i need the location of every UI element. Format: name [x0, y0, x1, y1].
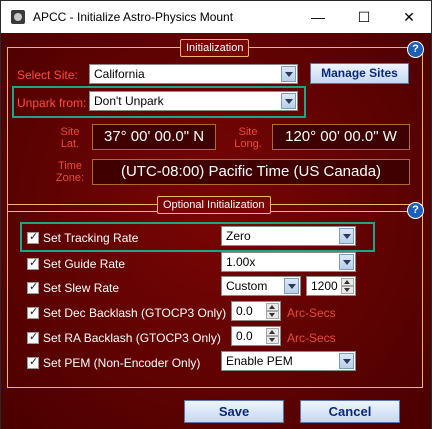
select-site-value: California — [94, 67, 145, 81]
guide-rate-dropdown[interactable]: 1.00x — [221, 252, 356, 272]
dec-backlash-spinner[interactable]: 0.0 — [231, 301, 281, 321]
site-lat-value: 37° 00' 00.0" N — [92, 124, 216, 150]
chevron-down-icon[interactable] — [339, 353, 354, 369]
tracking-rate-dropdown[interactable]: Zero — [221, 226, 356, 246]
select-site-dropdown[interactable]: California — [89, 64, 298, 84]
window-title: APCC - Initialize Astro-Physics Mount — [33, 10, 234, 24]
slew-rate-custom-value: 1200 — [311, 279, 338, 293]
maximize-button[interactable]: ☐ — [341, 1, 387, 33]
spin-up-icon[interactable] — [341, 278, 354, 286]
slew-rate-value: Custom — [226, 279, 268, 293]
manage-sites-button[interactable]: Manage Sites — [310, 63, 409, 84]
site-long-label-line1: Site — [238, 126, 258, 138]
chevron-down-icon[interactable] — [339, 228, 354, 244]
spin-down-icon[interactable] — [341, 286, 354, 294]
save-button[interactable]: Save — [184, 400, 284, 423]
title-bar: APCC - Initialize Astro-Physics Mount — … — [1, 1, 431, 33]
site-lat-label-line1: Site — [60, 126, 80, 138]
spin-down-icon[interactable] — [266, 336, 279, 344]
close-button[interactable]: ✕ — [386, 1, 432, 33]
select-site-label: Select Site: — [17, 68, 78, 82]
chevron-down-icon[interactable] — [284, 278, 299, 294]
dec-backlash-checkbox[interactable] — [27, 305, 39, 319]
pem-dropdown[interactable]: Enable PEM — [221, 351, 356, 371]
pem-value: Enable PEM — [226, 354, 293, 368]
site-long-value: 120° 00' 00.0" W — [272, 124, 410, 150]
tracking-rate-value: Zero — [226, 229, 251, 243]
time-zone-label: Time Zone: — [53, 160, 87, 184]
spin-up-icon[interactable] — [266, 303, 279, 311]
slew-rate-checkbox[interactable] — [27, 280, 39, 294]
pem-label: Set PEM (Non-Encoder Only) — [43, 356, 201, 370]
guide-rate-label: Set Guide Rate — [43, 257, 126, 271]
site-long-label-line2: Long. — [234, 138, 262, 150]
chevron-down-icon[interactable] — [281, 93, 296, 109]
tracking-rate-label: Set Tracking Rate — [43, 231, 139, 245]
pem-checkbox[interactable] — [27, 355, 39, 369]
initialization-group-title: Initialization — [180, 39, 250, 57]
dec-backlash-units: Arc-Secs — [287, 306, 336, 320]
help-icon[interactable]: ? — [407, 41, 424, 58]
slew-rate-custom-spinner[interactable]: 1200 — [306, 276, 356, 296]
ra-backlash-checkbox[interactable] — [27, 330, 39, 344]
cancel-button[interactable]: Cancel — [300, 400, 400, 423]
help-icon[interactable]: ? — [407, 202, 424, 219]
time-zone-label-line1: Time — [57, 160, 83, 172]
apcc-initialize-window: APCC - Initialize Astro-Physics Mount — … — [0, 0, 432, 429]
site-lat-label-line2: Lat. — [60, 138, 80, 150]
slew-rate-dropdown[interactable]: Custom — [221, 276, 301, 296]
ra-backlash-units: Arc-Secs — [287, 331, 336, 345]
dialog-client-area: Initialization ? Select Site: California… — [1, 33, 431, 429]
guide-rate-value: 1.00x — [226, 255, 256, 269]
minimize-button[interactable]: — — [295, 1, 341, 33]
site-lat-label: Site Lat. — [53, 126, 87, 150]
spin-up-icon[interactable] — [266, 328, 279, 336]
unpark-from-label: Unpark from: — [17, 96, 87, 110]
time-zone-value: (UTC-08:00) Pacific Time (US Canada) — [92, 159, 410, 185]
ra-backlash-value: 0.0 — [236, 329, 253, 343]
guide-rate-checkbox[interactable] — [27, 256, 39, 270]
spin-down-icon[interactable] — [266, 311, 279, 319]
dec-backlash-value: 0.0 — [236, 304, 253, 318]
ra-backlash-label: Set RA Backlash (GTOCP3 Only) — [43, 331, 221, 345]
optional-initialization-group-title: Optional Initialization — [157, 196, 271, 214]
unpark-from-dropdown[interactable]: Don't Unpark — [89, 91, 298, 111]
chevron-down-icon[interactable] — [339, 254, 354, 270]
tracking-rate-checkbox[interactable] — [27, 230, 39, 244]
slew-rate-label: Set Slew Rate — [43, 281, 120, 295]
telescope-app-icon — [11, 10, 25, 24]
ra-backlash-spinner[interactable]: 0.0 — [231, 326, 281, 346]
unpark-from-value: Don't Unpark — [94, 94, 164, 108]
time-zone-label-line2: Zone: — [55, 172, 85, 184]
site-long-label: Site Long. — [231, 126, 265, 150]
dec-backlash-label: Set Dec Backlash (GTOCP3 Only) — [43, 306, 227, 320]
chevron-down-icon[interactable] — [281, 66, 296, 82]
